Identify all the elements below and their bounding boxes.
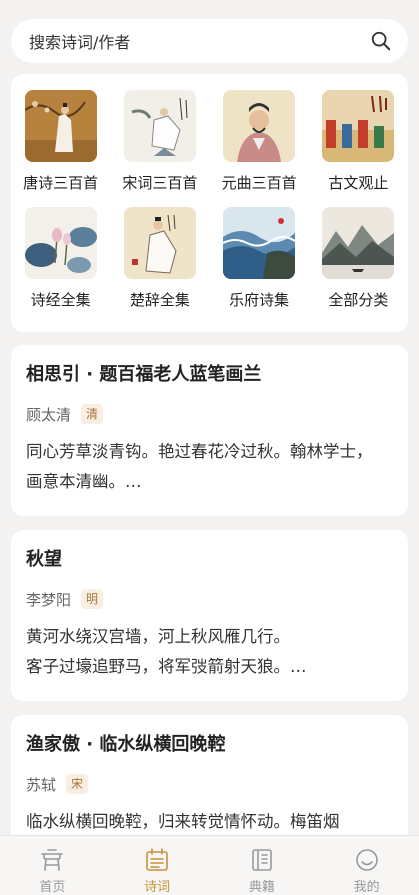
dynasty-badge: 清 [81,404,104,424]
poem-line: 客子过壕追野马，将军弢箭射天狼。… [26,657,307,676]
search-icon[interactable] [370,30,392,52]
poem-excerpt: 同心芳草淡青钩。艳过春花冷过秋。翰林学士， 画意本清幽。… [26,437,393,497]
dynasty-badge: 明 [81,589,104,609]
poem-meta: 苏轼 宋 [26,773,393,795]
category-label: 楚辞全集 [129,291,190,309]
app-root: 搜索诗词/作者 唐诗三百首 宋词三百首 元曲三百首 古文观止 诗经全集 楚辞全集… [0,0,419,895]
category-all[interactable]: 全部分类 [309,207,408,310]
mountain-painting-icon [322,207,395,279]
tab-home[interactable]: 首页 [0,836,105,895]
category-yuefu[interactable]: 乐府诗集 [210,207,309,310]
tab-profile[interactable]: 我的 [314,836,419,895]
category-tang[interactable]: 唐诗三百首 [11,90,110,193]
tab-poems[interactable]: 诗词 [105,836,210,895]
category-label: 宋词三百首 [122,174,198,192]
lotus-painting-icon [24,207,97,279]
poem-title[interactable]: 相思引 · 题百福老人蓝笔画兰 [26,363,393,387]
yuan-painting-icon [223,90,296,162]
category-label: 全部分类 [328,291,389,309]
search-placeholder[interactable]: 搜索诗词/作者 [29,29,370,53]
tab-label: 我的 [353,880,380,895]
poem-title[interactable]: 渔家傲 · 临水纵横回晚鞚 [26,733,393,757]
poem-meta: 李梦阳 明 [26,588,393,610]
category-guwen[interactable]: 古文观止 [309,90,408,193]
bottom-tab-bar: 首页 诗词 典籍 我的 [0,835,419,895]
poem-line: 画意本清幽。… [26,472,142,491]
tab-label: 典籍 [248,880,275,895]
scholar-painting-icon [123,207,196,279]
tab-classics[interactable]: 典籍 [210,836,315,895]
book-icon [252,849,272,871]
category-song[interactable]: 宋词三百首 [110,90,209,193]
poem-line: 临水纵横回晚鞚，归来转觉情怀动。梅笛烟 [26,812,340,831]
song-painting-icon [123,90,196,162]
poem-icon [146,848,168,871]
guwen-painting-icon [322,90,395,162]
category-label: 唐诗三百首 [23,174,99,192]
poem-author[interactable]: 李梦阳 [26,589,71,610]
profile-icon [355,849,378,871]
category-shijing[interactable]: 诗经全集 [11,207,110,310]
tab-label: 首页 [39,880,66,895]
tab-label: 诗词 [144,880,171,895]
poem-title[interactable]: 秋望 [26,548,393,572]
poem-excerpt: 临水纵横回晚鞚，归来转觉情怀动。梅笛烟 [26,807,393,837]
category-label: 乐府诗集 [229,291,290,309]
home-icon [41,849,64,871]
category-grid: 唐诗三百首 宋词三百首 元曲三百首 古文观止 诗经全集 楚辞全集 乐府诗集 全部… [11,90,408,310]
poem-card[interactable]: 秋望 李梦阳 明 黄河水绕汉宫墙，河上秋风雁几行。 客子过壕追野马，将军弢箭射天… [11,530,408,701]
category-yuan[interactable]: 元曲三百首 [210,90,309,193]
poem-card[interactable]: 相思引 · 题百福老人蓝笔画兰 顾太清 清 同心芳草淡青钩。艳过春花冷过秋。翰林… [11,345,408,516]
category-label: 诗经全集 [30,291,91,309]
poem-author[interactable]: 顾太清 [26,404,71,425]
category-label: 元曲三百首 [221,174,297,192]
poem-line: 黄河水绕汉宫墙，河上秋风雁几行。 [26,627,290,646]
category-chuci[interactable]: 楚辞全集 [110,207,209,310]
category-card: 唐诗三百首 宋词三百首 元曲三百首 古文观止 诗经全集 楚辞全集 乐府诗集 全部… [11,74,408,332]
poem-author[interactable]: 苏轼 [26,774,56,795]
dynasty-badge: 宋 [66,774,89,794]
poem-meta: 顾太清 清 [26,403,393,425]
search-bar[interactable]: 搜索诗词/作者 [11,19,408,63]
poem-excerpt: 黄河水绕汉宫墙，河上秋风雁几行。 客子过壕追野马，将军弢箭射天狼。… [26,622,393,682]
poem-line: 同心芳草淡青钩。艳过春花冷过秋。翰林学士， [26,442,373,461]
category-label: 古文观止 [328,174,389,192]
waves-painting-icon [223,207,296,279]
tang-painting-icon [24,90,97,162]
